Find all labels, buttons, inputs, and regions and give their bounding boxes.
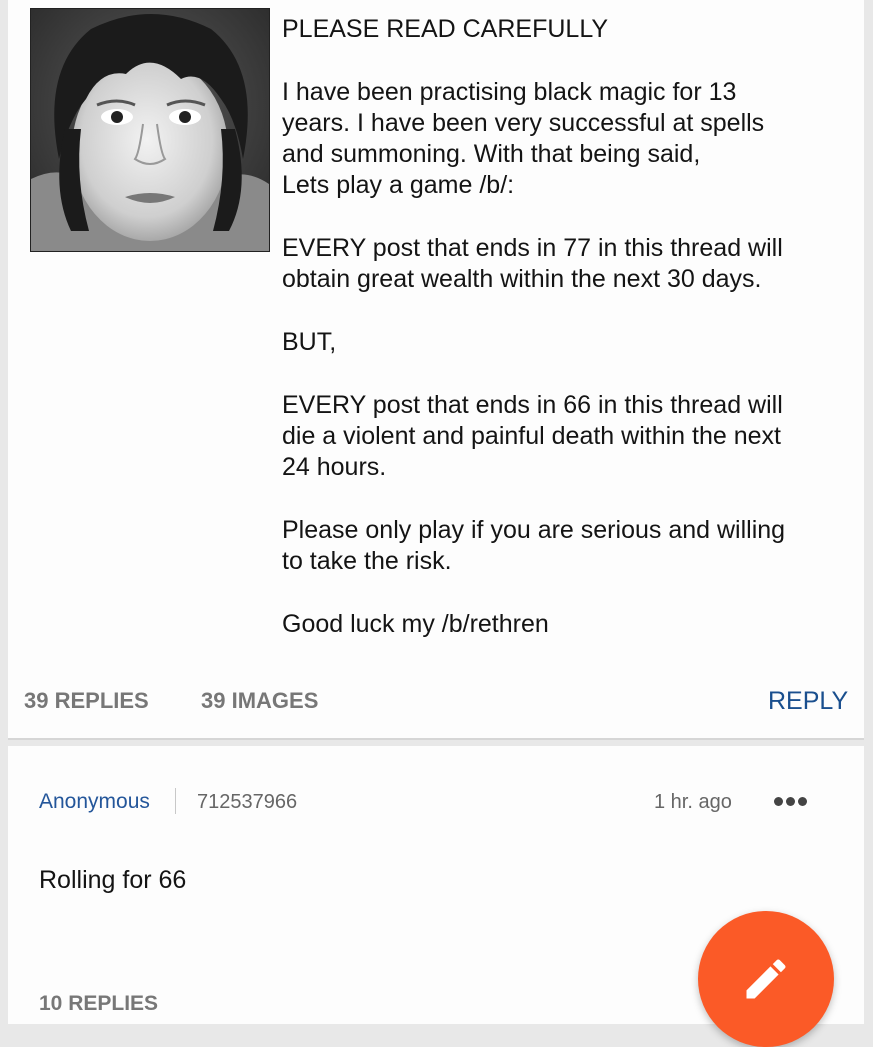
more-horizontal-icon[interactable] [774, 787, 814, 815]
more-dot [798, 796, 807, 806]
post-time: 1 hr. ago [654, 791, 732, 813]
portrait-graphic [31, 9, 269, 251]
post-author[interactable]: Anonymous [39, 790, 150, 814]
more-dot [774, 796, 783, 806]
more-dot [786, 796, 795, 806]
op-post-card: PLEASE READ CAREFULLY I have been practi… [8, 0, 864, 740]
op-thumbnail-image[interactable] [30, 8, 270, 252]
reply-post-text: Rolling for 66 [39, 866, 187, 894]
meta-divider [175, 788, 176, 814]
images-count[interactable]: 39 IMAGES [201, 688, 318, 714]
post-number[interactable]: 712537966 [197, 791, 297, 814]
op-post-text: PLEASE READ CAREFULLY I have been practi… [282, 15, 786, 638]
compose-fab-button[interactable] [698, 911, 834, 1047]
reply-button[interactable]: REPLY [768, 687, 848, 716]
replies-count[interactable]: 39 REPLIES [24, 688, 149, 714]
reply-post-replies-count[interactable]: 10 REPLIES [39, 992, 158, 1016]
pencil-icon [746, 959, 786, 999]
